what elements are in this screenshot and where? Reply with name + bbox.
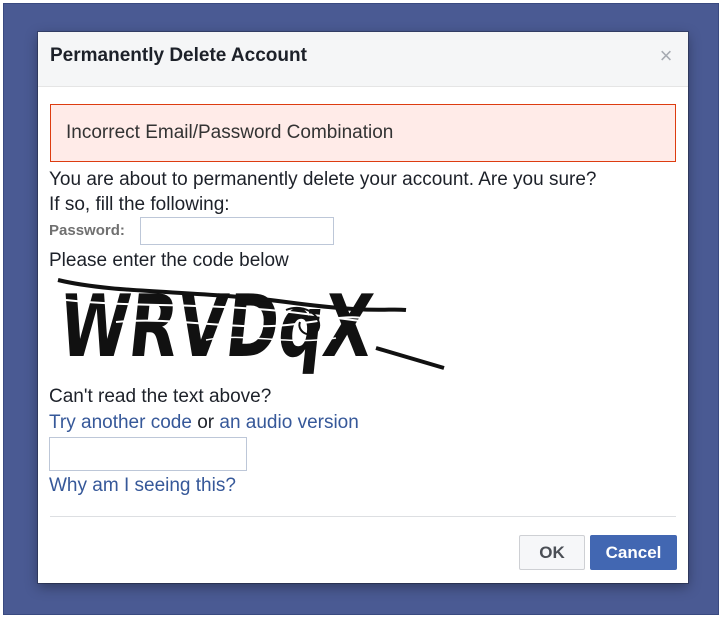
why-am-i-seeing-this-link[interactable]: Why am I seeing this? xyxy=(49,475,236,497)
try-another-code-link[interactable]: Try another code xyxy=(49,412,192,433)
audio-version-link[interactable]: an audio version xyxy=(219,412,358,433)
captcha-code-input[interactable] xyxy=(49,437,247,471)
error-message: Incorrect Email/Password Combination xyxy=(66,122,394,143)
footer-divider xyxy=(50,516,676,517)
or-text: or xyxy=(191,412,220,433)
close-icon[interactable]: × xyxy=(656,45,676,67)
password-input[interactable] xyxy=(140,217,334,245)
captcha-text: WRVDqX xyxy=(56,277,377,374)
instructions-text: If so, fill the following: xyxy=(49,194,230,215)
captcha-image: WRVDqX xyxy=(56,277,445,374)
ok-button[interactable]: OK xyxy=(519,535,585,570)
confirm-text: You are about to permanently delete your… xyxy=(49,169,597,190)
dialog-title: Permanently Delete Account xyxy=(50,45,307,66)
delete-account-dialog: Permanently Delete Account × Incorrect E… xyxy=(38,32,688,583)
error-message-box: Incorrect Email/Password Combination xyxy=(50,104,676,162)
cant-read-text: Can't read the text above? xyxy=(49,386,272,407)
code-prompt: Please enter the code below xyxy=(49,250,289,271)
cancel-button[interactable]: Cancel xyxy=(590,535,677,570)
dialog-header: Permanently Delete Account × xyxy=(38,32,688,87)
password-label: Password: xyxy=(49,222,125,239)
captcha-options: Try another code or an audio version xyxy=(49,412,359,434)
